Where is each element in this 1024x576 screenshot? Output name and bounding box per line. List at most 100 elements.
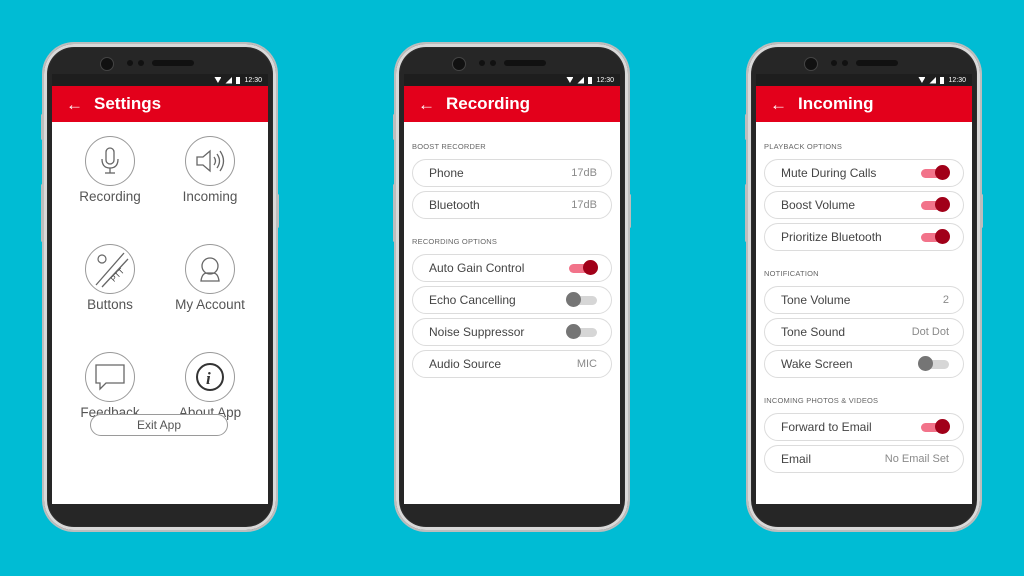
setting-row-boost-volume[interactable]: Boost Volume [764,191,964,219]
tile-incoming[interactable]: Incoming [160,136,260,204]
toggle-switch[interactable] [919,197,950,213]
row-label: Noise Suppressor [429,325,525,339]
section-header: PLAYBACK OPTIONS [764,142,843,151]
battery-icon [236,76,241,84]
ptt-text: PTT [109,267,126,284]
setting-row-bluetooth[interactable]: Bluetooth 17dB [412,191,612,219]
status-time: 12:30 [244,76,262,84]
row-label: Prioritize Bluetooth [781,230,882,244]
setting-row-wake-screen[interactable]: Wake Screen [764,350,964,378]
battery-icon [588,76,593,84]
toggle-switch[interactable] [566,292,597,308]
setting-row-tone-sound[interactable]: Tone Sound Dot Dot [764,318,964,346]
speech-bubble-icon [85,352,135,402]
tile-feedback[interactable]: Feedback [60,352,160,420]
info-icon: i [185,352,235,402]
microphone-icon [85,136,135,186]
tile-label: Recording [79,189,141,204]
page-title: Recording [446,94,531,113]
page-title: Incoming [798,94,874,113]
toggle-switch[interactable] [566,324,597,340]
row-label: Echo Cancelling [429,293,516,307]
svg-text:i: i [206,369,211,388]
row-label: Tone Sound [781,325,846,339]
back-arrow-icon[interactable]: ← [418,96,446,113]
row-label: Phone [429,166,464,180]
app-bar: ← Incoming [756,86,972,122]
phone-settings: 12:30 ← Settings Recording Incoming PTT [41,44,279,530]
tile-recording[interactable]: Recording [60,136,160,204]
row-label: Email [781,452,812,466]
tile-my-account[interactable]: My Account [160,244,260,312]
recording-list: BOOST RECORDER Phone 17dB Bluetooth 17dB… [404,142,620,378]
row-label: Forward to Email [781,420,872,434]
setting-row-prioritize-bluetooth[interactable]: Prioritize Bluetooth [764,223,964,251]
row-value: No Email Set [884,453,949,465]
exit-app-button[interactable]: Exit App [90,414,228,436]
row-value: 17dB [571,199,597,211]
setting-row-tone-volume[interactable]: Tone Volume 2 [764,286,964,314]
toggle-switch[interactable] [919,419,950,435]
wifi-icon [566,77,574,83]
speaker-icon [185,136,235,186]
row-value: Dot Dot [911,326,949,338]
setting-row-phone[interactable]: Phone 17dB [412,159,612,187]
battery-icon [940,76,945,84]
tile-about-app[interactable]: i About App [160,352,260,420]
row-label: Mute During Calls [781,166,877,180]
phone-speaker [100,56,220,71]
setting-row-noise-suppressor[interactable]: Noise Suppressor [412,318,612,346]
section-header: RECORDING OPTIONS [412,237,498,246]
status-bar: 12:30 [756,74,972,86]
row-label: Audio Source [429,357,502,371]
signal-icon [577,76,585,84]
toggle-switch[interactable] [918,356,949,372]
incoming-screen: 12:30 ← Incoming PLAYBACK OPTIONS Mute D… [756,74,972,504]
section-header: NOTIFICATION [764,269,819,278]
wifi-icon [214,77,222,83]
setting-row-email[interactable]: Email No Email Set [764,445,964,473]
tile-label: My Account [175,297,245,312]
toggle-switch[interactable] [919,229,950,245]
section-header: BOOST RECORDER [412,142,486,151]
row-label: Boost Volume [781,198,856,212]
app-bar: ← Settings [52,86,268,122]
status-bar: 12:30 [52,74,268,86]
tile-buttons[interactable]: PTT Buttons [60,244,160,312]
ptt-button-icon: PTT [85,244,135,294]
setting-row-audio-source[interactable]: Audio Source MIC [412,350,612,378]
row-label: Wake Screen [781,357,853,371]
incoming-list: PLAYBACK OPTIONS Mute During Calls Boost… [756,142,972,473]
signal-icon [225,76,233,84]
back-arrow-icon[interactable]: ← [770,96,798,113]
setting-row-forward-to-email[interactable]: Forward to Email [764,413,964,441]
phone-incoming: 12:30 ← Incoming PLAYBACK OPTIONS Mute D… [745,44,983,530]
recording-screen: 12:30 ← Recording BOOST RECORDER Phone 1… [404,74,620,504]
settings-screen: 12:30 ← Settings Recording Incoming PTT [52,74,268,504]
phone-speaker [804,56,924,71]
tile-label: Buttons [87,297,133,312]
status-bar: 12:30 [404,74,620,86]
row-value: 17dB [571,167,597,179]
account-icon [185,244,235,294]
row-value: 2 [942,294,949,306]
status-time: 12:30 [948,76,966,84]
toggle-switch[interactable] [567,260,598,276]
phone-speaker [452,56,572,71]
setting-row-auto-gain[interactable]: Auto Gain Control [412,254,612,282]
phone-recording: 12:30 ← Recording BOOST RECORDER Phone 1… [393,44,631,530]
section-header: INCOMING PHOTOS & VIDEOS [764,396,879,405]
back-arrow-icon[interactable]: ← [66,96,94,113]
toggle-switch[interactable] [919,165,950,181]
tile-label: Incoming [182,189,238,204]
status-time: 12:30 [596,76,614,84]
row-label: Tone Volume [781,293,851,307]
row-label: Bluetooth [429,198,480,212]
signal-icon [929,76,937,84]
setting-row-mute-during-calls[interactable]: Mute During Calls [764,159,964,187]
row-value: MIC [576,358,597,370]
row-label: Auto Gain Control [429,261,525,275]
page-title: Settings [94,94,162,113]
app-bar: ← Recording [404,86,620,122]
setting-row-echo-cancelling[interactable]: Echo Cancelling [412,286,612,314]
